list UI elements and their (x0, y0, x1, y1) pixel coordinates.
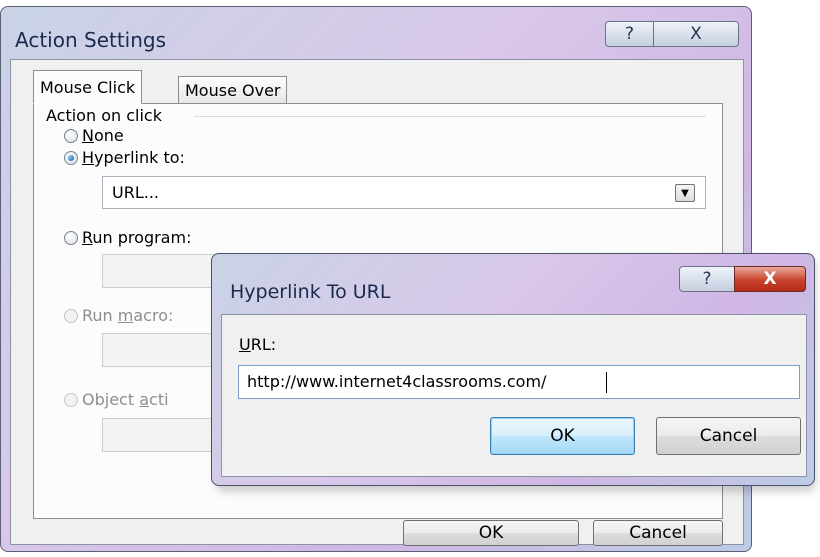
hyperlink-dialog-window: Hyperlink To URL ? X URL: http://www.int… (211, 253, 815, 486)
action-cancel-button[interactable]: Cancel (593, 520, 723, 546)
close-button[interactable]: X (653, 21, 739, 47)
tab-mouse-over[interactable]: Mouse Over (178, 76, 288, 104)
hyperlink-help-button[interactable]: ? (679, 266, 735, 292)
url-ok-button[interactable]: OK (490, 417, 635, 455)
hyperlink-select[interactable]: URL... ▼ (102, 176, 706, 209)
hyperlink-close-button[interactable]: X (734, 266, 806, 292)
radio-object-action (64, 393, 78, 407)
window-title: Action Settings (15, 28, 167, 52)
help-icon: ? (702, 269, 712, 289)
url-label: URL: (239, 335, 277, 354)
hyperlink-dialog-body: URL: http://www.internet4classrooms.com/… (221, 314, 807, 477)
chevron-down-icon[interactable]: ▼ (675, 184, 695, 202)
text-caret (606, 372, 607, 393)
url-input[interactable]: http://www.internet4classrooms.com/ (238, 365, 800, 399)
url-cancel-button[interactable]: Cancel (656, 417, 801, 455)
radio-none-label[interactable]: None (82, 126, 124, 145)
help-button[interactable]: ? (605, 21, 654, 47)
help-icon: ? (624, 24, 635, 44)
hyperlink-select-value: URL... (112, 183, 159, 202)
radio-hyperlink[interactable] (64, 151, 78, 165)
radio-object-action-label: Object acti (82, 390, 169, 409)
radio-hyperlink-label[interactable]: Hyperlink to: (82, 148, 185, 167)
group-divider (194, 116, 706, 117)
group-label: Action on click (46, 106, 162, 125)
close-icon: X (763, 269, 777, 289)
radio-run-macro (64, 309, 78, 323)
radio-none[interactable] (64, 129, 78, 143)
url-input-value: http://www.internet4classrooms.com/ (247, 372, 547, 391)
radio-run-macro-label: Run macro: (82, 306, 174, 325)
radio-run-program-label[interactable]: Run program: (82, 228, 191, 247)
radio-run-program[interactable] (64, 231, 78, 245)
close-icon: X (690, 24, 702, 44)
action-ok-button[interactable]: OK (403, 520, 579, 546)
tab-mouse-click[interactable]: Mouse Click (33, 70, 143, 104)
hyperlink-dialog-title: Hyperlink To URL (230, 281, 391, 303)
